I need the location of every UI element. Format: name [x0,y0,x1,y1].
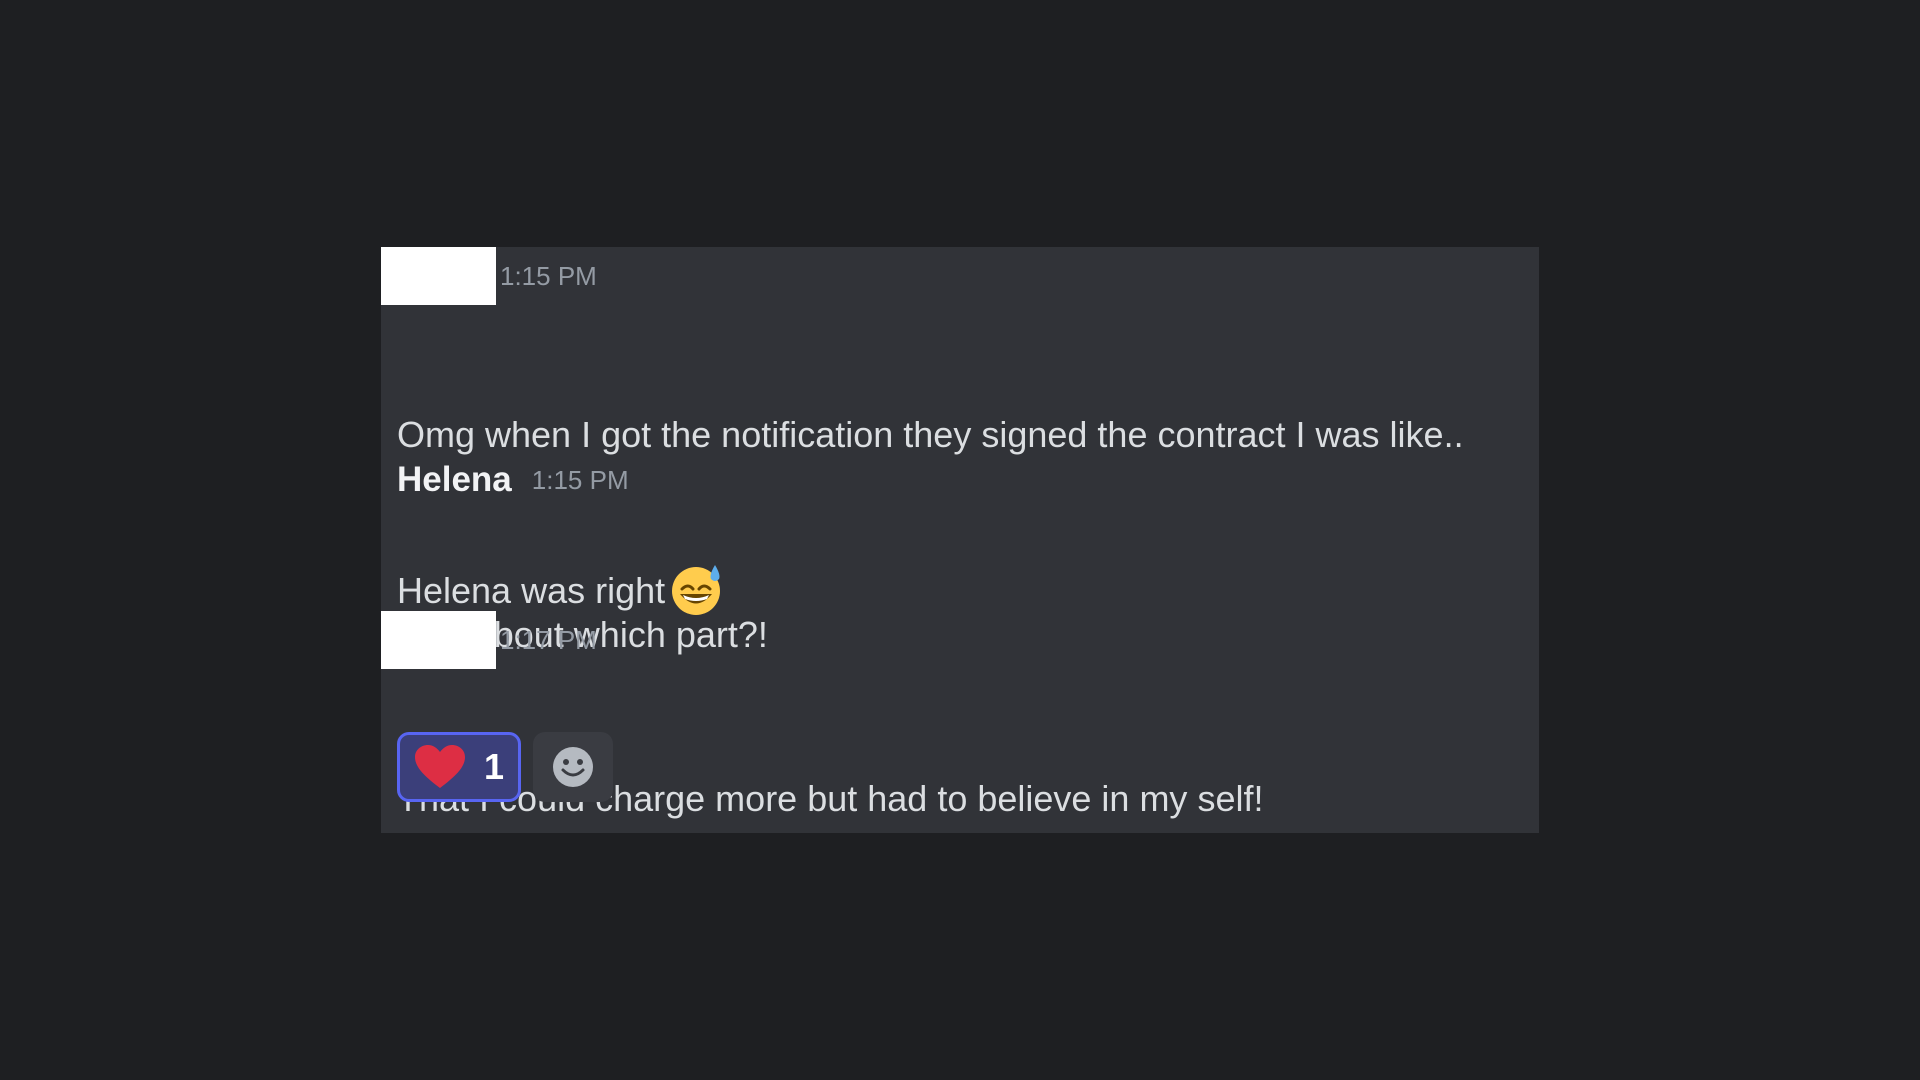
message-line: Omg when I got the notification they sig… [397,414,1464,455]
reaction-bar: 1 [397,732,613,802]
reaction-count: 1 [484,746,505,787]
message-timestamp: 1:15 PM [500,260,597,291]
smiley-add-reaction-icon [553,747,593,787]
heart-emoji-icon [415,745,465,788]
message-timestamp: 1:15 PM [531,464,629,495]
redacted-username [381,247,496,305]
add-reaction-button[interactable] [533,732,613,802]
heart-reaction-button[interactable]: 1 [397,732,521,802]
redacted-username [381,611,496,669]
chat-panel: 1:15 PM Omg when I got the notification … [381,247,1539,833]
message-author[interactable]: Helena [397,460,512,500]
message-timestamp: 1:17 PM [500,624,597,655]
